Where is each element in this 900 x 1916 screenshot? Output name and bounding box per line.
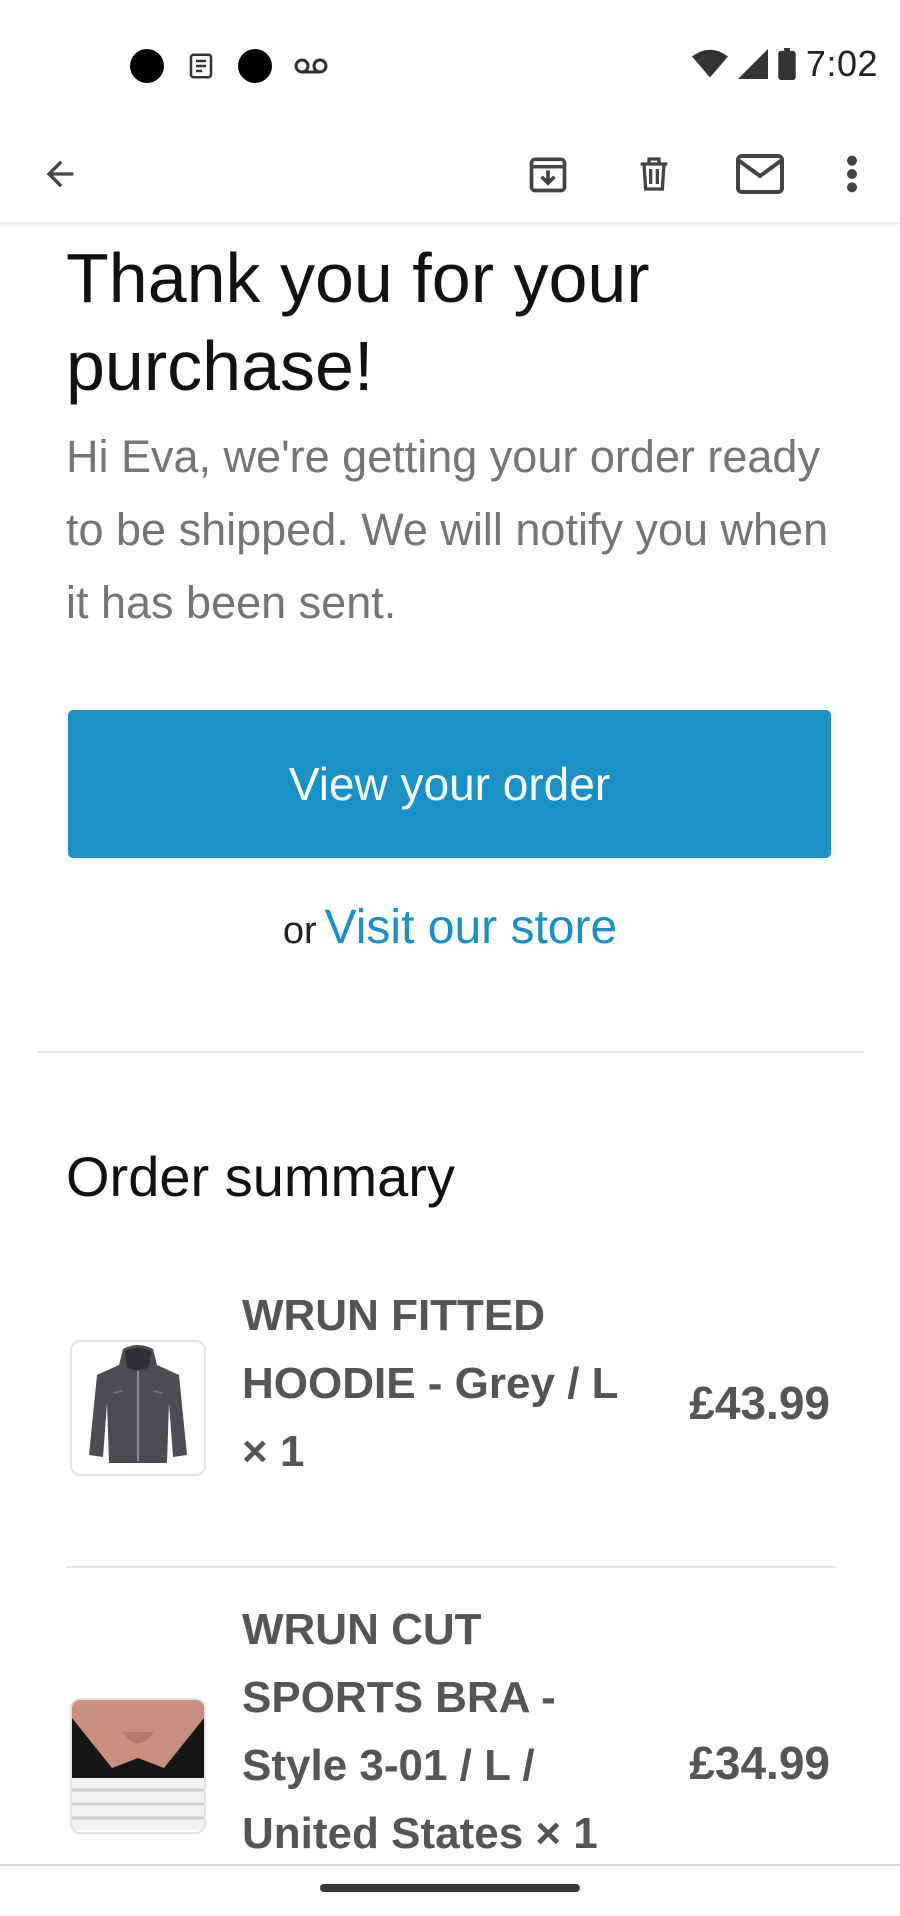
notification-dot-icon xyxy=(130,49,164,83)
grey-hoodie-image xyxy=(83,1343,193,1474)
delete-button[interactable] xyxy=(614,130,694,222)
store-link-row: or Visit our store xyxy=(0,900,900,955)
black-sports-bra-image xyxy=(72,1700,204,1832)
voicemail-icon xyxy=(294,56,328,76)
email-intro-text: Hi Eva, we're getting your order ready t… xyxy=(66,431,829,628)
item-name: WRUN FITTED HOODIE - Grey / L × 1 xyxy=(242,1291,618,1476)
item-price: £43.99 xyxy=(689,1377,830,1429)
status-left-icons xyxy=(130,48,328,84)
divider xyxy=(38,1051,864,1053)
mark-unread-button[interactable] xyxy=(720,130,800,222)
archive-icon xyxy=(526,152,570,201)
divider xyxy=(66,1566,836,1568)
item-price: £34.99 xyxy=(689,1737,830,1789)
status-right-icons: 7:02 xyxy=(691,43,878,84)
item-name: WRUN CUT SPORTS BRA - Style 3-01 / L / U… xyxy=(242,1605,598,1858)
archive-button[interactable] xyxy=(508,130,588,222)
delete-icon xyxy=(634,152,674,201)
product-thumbnail xyxy=(70,1698,206,1834)
mail-icon xyxy=(736,153,784,199)
visit-store-link[interactable]: Visit our store xyxy=(325,901,618,954)
product-thumbnail xyxy=(70,1340,206,1476)
email-title: Thank you for your purchase! xyxy=(66,239,650,405)
back-arrow-icon xyxy=(40,154,80,199)
wifi-icon xyxy=(691,49,728,79)
more-vert-icon xyxy=(846,154,858,199)
bottom-divider xyxy=(0,1864,900,1866)
order-summary-title: Order summary xyxy=(66,1145,455,1208)
email-toolbar xyxy=(0,130,900,224)
status-bar: 7:02 xyxy=(0,0,900,130)
view-order-button[interactable]: View your order xyxy=(68,710,831,858)
more-options-button[interactable] xyxy=(812,130,892,222)
or-text: or xyxy=(282,910,317,952)
battery-icon xyxy=(778,48,796,80)
notification-dot-icon xyxy=(238,49,272,83)
signal-icon xyxy=(737,49,768,79)
news-icon xyxy=(186,51,216,81)
back-button[interactable] xyxy=(20,130,100,222)
home-indicator[interactable] xyxy=(320,1884,580,1892)
status-time: 7:02 xyxy=(805,43,878,84)
